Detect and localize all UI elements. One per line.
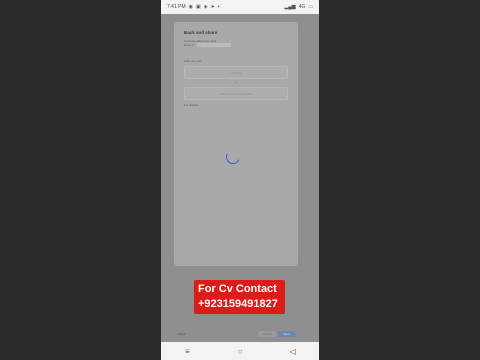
status-left: 7:41 PM ◉ ▣ ◈ ➤ • — [167, 4, 220, 10]
section-label: Add your CV — [184, 59, 202, 64]
status-right: ▂▄▆ 4G ▭ — [284, 4, 313, 10]
contact-overlay-banner: For Cv Contact +923159491827 — [194, 280, 285, 314]
back-link[interactable]: < Back — [176, 332, 185, 336]
home-icon[interactable]: ○ — [234, 345, 246, 357]
whatsapp-icon: ◉ — [188, 4, 193, 10]
upload-placeholder: Upload — [231, 70, 241, 75]
battery-icon: ▭ — [308, 4, 313, 10]
link-placeholder: Paste a link or drop a file — [219, 91, 253, 96]
overlay-line-2: +923159491827 — [198, 298, 278, 310]
link-field[interactable]: Paste a link or drop a file — [184, 87, 288, 101]
android-nav-bar: ≡ ○ ◁ — [161, 342, 319, 360]
next-button[interactable]: Next — [278, 331, 295, 337]
cancel-label: Cancel — [262, 332, 272, 336]
recent-apps-icon[interactable]: ≡ — [181, 345, 193, 357]
send-icon: ➤ — [210, 4, 215, 10]
or-separator: or — [234, 80, 238, 85]
upload-field[interactable]: Upload — [184, 66, 288, 80]
link-chip[interactable] — [196, 43, 231, 48]
overlay-line-1: For Cv Contact — [198, 283, 277, 295]
cast-icon: ◈ — [203, 4, 208, 10]
dialog-description: Upload a document and share it — [184, 39, 288, 48]
dot-icon: • — [217, 4, 220, 10]
cancel-button[interactable]: Cancel — [258, 331, 276, 337]
dialog-footer: < Back Cancel Next — [174, 331, 296, 339]
status-time: 7:41 PM — [167, 4, 186, 10]
dialog-footnote: For details — [184, 103, 199, 108]
signal-icon: ▂▄▆ — [284, 4, 296, 10]
gallery-icon: ▣ — [196, 4, 201, 10]
share-dialog: Back and share Upload a document and sha… — [174, 22, 298, 266]
dialog-line-2-row: share it — [184, 43, 288, 48]
status-bar: 7:41 PM ◉ ▣ ◈ ➤ • ▂▄▆ 4G ▭ — [161, 0, 319, 14]
dialog-line-2: share it — [184, 43, 194, 47]
dialog-title: Back and share — [184, 30, 218, 35]
next-label: Next — [283, 332, 290, 336]
network-label: 4G — [298, 4, 306, 10]
back-icon[interactable]: ◁ — [287, 345, 299, 357]
